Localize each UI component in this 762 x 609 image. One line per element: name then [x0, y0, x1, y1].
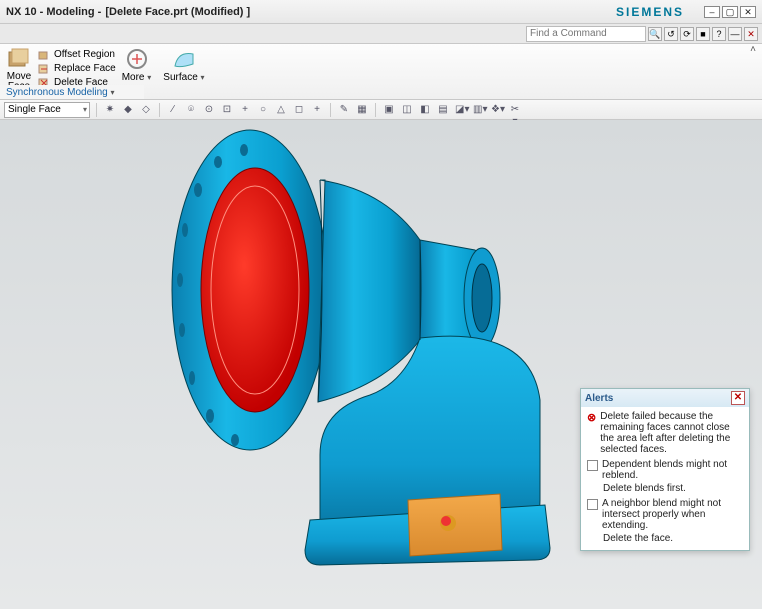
surface-button[interactable]: Surface ▾: [161, 46, 206, 83]
layer-dropdown[interactable]: ❖▾: [490, 103, 504, 117]
filter-icon-1[interactable]: ✷: [103, 103, 117, 117]
filter-icon-2[interactable]: ◆: [121, 103, 135, 117]
window-icon[interactable]: ■: [696, 27, 710, 41]
alert-check-1-hint: Delete blends first.: [603, 483, 743, 494]
brand-logo: SIEMENS: [616, 5, 684, 19]
more-icon: [124, 46, 150, 72]
alerts-panel: Alerts ✕ ⊗ Delete failed because the rem…: [580, 388, 750, 551]
minimize-button[interactable]: –: [704, 6, 720, 18]
title-bar: NX 10 - Modeling - [Delete Face.prt (Mod…: [0, 0, 762, 24]
replace-face-label: Replace Face: [54, 62, 116, 76]
help-icon[interactable]: ?: [712, 27, 726, 41]
surface-icon: [171, 46, 197, 72]
snap-icon-5[interactable]: +: [238, 103, 252, 117]
restore-button[interactable]: ▢: [722, 6, 738, 18]
replace-face-icon: [38, 63, 50, 75]
snap-icon-4[interactable]: ⊡: [220, 103, 234, 117]
alerts-header: Alerts ✕: [581, 389, 749, 407]
undo-icon[interactable]: ↺: [664, 27, 678, 41]
alerts-close-button[interactable]: ✕: [731, 391, 745, 405]
redo-icon[interactable]: ⟳: [680, 27, 694, 41]
snap-icon-1[interactable]: ∕: [166, 103, 180, 117]
view-icon-1[interactable]: ▣: [382, 103, 396, 117]
offset-region-icon: [38, 49, 50, 61]
filter-icon-3[interactable]: ◇: [139, 103, 153, 117]
snap-icon-6[interactable]: ○: [256, 103, 270, 117]
inner-minimize-icon[interactable]: —: [728, 27, 742, 41]
offset-region-label: Offset Region: [54, 48, 115, 62]
snap-icon-8[interactable]: ◻: [292, 103, 306, 117]
alert-check-1[interactable]: [587, 460, 598, 471]
ribbon-group-label-row: Synchronous Modeling ▾: [0, 85, 144, 99]
model-render: [170, 120, 570, 590]
graphics-viewport[interactable]: X Y Z Alerts ✕ ⊗ Delete failed because t…: [0, 120, 762, 609]
alert-check-2-hint: Delete the face.: [603, 533, 743, 544]
view-icon-2[interactable]: ◫: [400, 103, 414, 117]
quick-access-bar: 🔍 ↺ ⟳ ■ ? — ✕: [0, 24, 762, 44]
background-dropdown[interactable]: ▥▾: [472, 103, 486, 117]
document-name: [Delete Face.prt (Modified) ]: [105, 6, 250, 18]
view-icon-4[interactable]: ▤: [436, 103, 450, 117]
selection-filter-combo[interactable]: Single Face: [4, 102, 90, 118]
alert-check-2-label: A neighbor blend might not intersect pro…: [602, 498, 743, 531]
tool-icon-2[interactable]: ▦: [355, 103, 369, 117]
clip-dropdown[interactable]: ✂▾: [508, 103, 522, 117]
more-label: More ▾: [122, 72, 152, 83]
move-face-icon: [6, 46, 32, 72]
inner-close-icon[interactable]: ✕: [744, 27, 758, 41]
snap-icon-7[interactable]: △: [274, 103, 288, 117]
ribbon-group-surface: Surface ▾: [155, 44, 212, 99]
alert-check-1-label: Dependent blends might not reblend.: [602, 459, 743, 481]
close-button[interactable]: ✕: [740, 6, 756, 18]
search-icon[interactable]: 🔍: [648, 27, 662, 41]
alert-check-2[interactable]: [587, 499, 598, 510]
snap-icon-2[interactable]: ⌾: [184, 103, 198, 117]
more-button[interactable]: More ▾: [120, 46, 154, 83]
tool-icon-1[interactable]: ✎: [337, 103, 351, 117]
alerts-title: Alerts: [585, 393, 613, 404]
command-search-input[interactable]: [526, 26, 646, 42]
ribbon-collapse-button[interactable]: ˄: [750, 44, 756, 55]
replace-face-button[interactable]: Replace Face: [38, 62, 116, 76]
snap-icon-9[interactable]: +: [310, 103, 324, 117]
sync-modeling-group-label[interactable]: Synchronous Modeling ▾: [6, 87, 144, 98]
selection-toolbar: Single Face ✷ ◆ ◇ ∕ ⌾ ⊙ ⊡ + ○ △ ◻ + ✎ ▦ …: [0, 100, 762, 120]
ribbon: Move Face Offset Region Replace Face Del…: [0, 44, 762, 100]
snap-icon-3[interactable]: ⊙: [202, 103, 216, 117]
render-style-dropdown[interactable]: ◪▾: [454, 103, 468, 117]
alert-main-message: Delete failed because the remaining face…: [600, 411, 743, 455]
surface-label: Surface ▾: [163, 72, 204, 83]
offset-region-button[interactable]: Offset Region: [38, 48, 116, 62]
app-name: NX 10 - Modeling -: [6, 6, 101, 18]
error-icon: ⊗: [587, 411, 596, 455]
view-icon-3[interactable]: ◧: [418, 103, 432, 117]
